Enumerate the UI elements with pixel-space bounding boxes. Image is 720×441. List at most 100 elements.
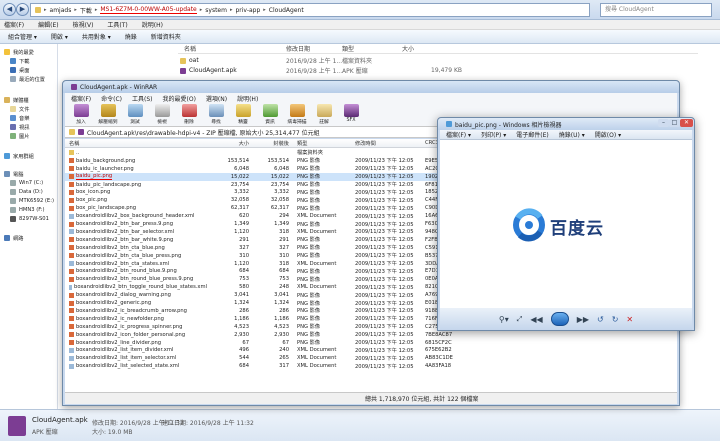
rar-menu-file[interactable]: 檔案(F) [71, 94, 91, 103]
info-button[interactable]: 資訊 [258, 103, 282, 126]
nav-pictures[interactable]: 圖片 [10, 132, 29, 140]
viewer-email-button[interactable]: 電子郵件(E) [516, 130, 548, 139]
minimize-button[interactable]: – [658, 119, 669, 127]
column-date[interactable]: 修改日期 [286, 44, 342, 53]
forward-button[interactable]: ▶ [16, 3, 29, 16]
archive-row[interactable]: boxandroidlibv2_list_selected_state.xml 6… [65, 362, 677, 370]
col-size[interactable]: 大小 [207, 140, 249, 147]
close-button[interactable]: ✕ [680, 119, 693, 127]
archive-row[interactable]: boxandroidlibv2_list_item_divider.xml 496… [65, 347, 677, 355]
nav-drive-c[interactable]: Win7 (C:) [10, 179, 43, 187]
archive-row[interactable]: boxandroidlibv2_line_divider.png 67 67 PNG … [65, 339, 677, 347]
rar-menu-commands[interactable]: 命令(C) [101, 94, 122, 103]
virus-scan-button[interactable]: 病毒掃描 [285, 103, 309, 126]
nav-drive-e[interactable]: MTK6592 (E:) [10, 197, 54, 205]
up-folder-icon[interactable] [69, 129, 75, 135]
previous-icon[interactable]: ◀◀ [530, 315, 542, 324]
back-button[interactable]: ◀ [3, 3, 16, 16]
sfx-button[interactable]: SFX [339, 103, 363, 126]
new-folder-button[interactable]: 新增資料夾 [151, 32, 181, 41]
viewer-print-menu[interactable]: 列印(P) ▾ [481, 130, 506, 139]
file-name: boxandroidlibv2_icon_folder_personal.png [76, 331, 186, 338]
nav-drive-f[interactable]: HMN3 (F:) [10, 206, 45, 214]
nav-videos[interactable]: 視訊 [10, 123, 29, 131]
rar-menu-favorites[interactable]: 我的最愛(O) [163, 94, 196, 103]
col-modified[interactable]: 修改時間 [351, 140, 421, 147]
comment-button[interactable]: 註解 [312, 103, 336, 126]
nav-desktop[interactable]: 桌面 [10, 66, 29, 74]
breadcrumb-item[interactable]: CloudAgent [269, 7, 304, 14]
test-button[interactable]: 測試 [123, 103, 147, 126]
file-row[interactable]: oat 2016/9/28 上午 1... 檔案資料夾 [180, 56, 462, 65]
folder-icon [180, 57, 186, 64]
zoom-icon[interactable]: ⚲▾ [499, 315, 509, 324]
nav-device[interactable]: 8297W-S01 [10, 215, 49, 223]
nav-music[interactable]: 音樂 [10, 114, 29, 122]
breadcrumb-item[interactable]: amjads [50, 7, 72, 14]
viewer-titlebar[interactable]: baidu_pic.png - Windows 相片檢視器 [438, 118, 694, 130]
cell-packed: 3,041 [274, 292, 289, 299]
next-icon[interactable]: ▶▶ [577, 315, 589, 324]
rar-menu-tools[interactable]: 工具(S) [132, 94, 153, 103]
nav-drive-d[interactable]: Data (D:) [10, 188, 43, 196]
organize-button[interactable]: 組合管理 ▾ [8, 32, 37, 41]
col-name[interactable]: 名稱 [65, 140, 207, 147]
winrar-titlebar[interactable]: CloudAgent.apk - WinRAR [63, 81, 679, 93]
breadcrumb-item[interactable]: 下載 [80, 6, 92, 15]
nav-favorites[interactable]: 我的最愛 [4, 48, 34, 56]
burn-button[interactable]: 燒錄 [125, 32, 137, 41]
menu-view[interactable]: 檢視(V) [73, 20, 94, 29]
breadcrumb-item[interactable]: system [205, 7, 227, 14]
breadcrumb-item[interactable]: MS1-6Z7M-0-00WW-A05-update [100, 6, 197, 14]
actual-size-icon[interactable]: ⤢ [517, 315, 523, 324]
menu-tools[interactable]: 工具(T) [107, 20, 127, 29]
address-bar[interactable]: ▸ amjads ▸ 下載 ▸ MS1-6Z7M-0-00WW-A05-upda… [30, 3, 590, 17]
archive-row[interactable]: boxandroidlibv2_list_item_selector.xml 54… [65, 354, 677, 362]
viewer-file-menu[interactable]: 檔案(F) ▾ [446, 130, 471, 139]
file-name: boxandroidlibv2_box_background_header.xm… [76, 213, 195, 220]
nav-label: 電腦 [13, 171, 24, 178]
find-button[interactable]: 尋找 [204, 103, 228, 126]
image-file-icon [69, 292, 74, 298]
menu-file[interactable]: 檔案(F) [4, 20, 24, 29]
rar-menu-options[interactable]: 選項(N) [206, 94, 227, 103]
open-button[interactable]: 開啟 ▾ [51, 32, 68, 41]
viewer-burn-menu[interactable]: 燒錄(U) ▾ [559, 130, 585, 139]
file-row[interactable]: CloudAgent.apk 2016/9/28 上午 1... APK 壓縮 … [180, 66, 462, 75]
nav-downloads[interactable]: 下載 [10, 57, 29, 65]
nav-network[interactable]: 網路 [4, 234, 23, 242]
rotate-left-icon[interactable]: ↺ [597, 315, 604, 324]
column-type[interactable]: 類型 [342, 44, 402, 53]
slideshow-button[interactable] [550, 312, 569, 326]
menu-help[interactable]: 說明(H) [142, 20, 163, 29]
xml-file-icon [69, 213, 74, 219]
col-packed[interactable]: 封裝後 [249, 140, 289, 147]
col-type[interactable]: 類型 [289, 140, 351, 147]
nav-documents[interactable]: 文件 [10, 105, 29, 113]
nav-libraries[interactable]: 媒體櫃 [4, 96, 29, 104]
wizard-button[interactable]: 精靈 [231, 103, 255, 126]
search-input[interactable]: 搜尋 CloudAgent [600, 3, 712, 17]
delete-icon[interactable]: ✕ [626, 315, 633, 324]
nav-computer[interactable]: 電腦 [4, 170, 23, 178]
breadcrumb-item[interactable]: priv-app [235, 7, 260, 14]
nav-recent[interactable]: 最近的位置 [10, 75, 45, 83]
share-button[interactable]: 共用對象 ▾ [82, 32, 111, 41]
extract-button[interactable]: 解壓縮到 [96, 103, 120, 126]
nav-homegroup[interactable]: 家用群組 [4, 152, 34, 160]
cell-type: XML Document [297, 355, 337, 362]
column-size[interactable]: 大小 [402, 44, 462, 53]
menu-edit[interactable]: 編輯(E) [38, 20, 58, 29]
delete-button[interactable]: 刪除 [177, 103, 201, 126]
viewer-open-menu[interactable]: 開啟(O) ▾ [595, 130, 621, 139]
maximize-button[interactable]: □ [669, 119, 680, 127]
cell-type: XML Document [297, 347, 337, 354]
cell-size: 753 [239, 276, 249, 283]
column-name[interactable]: 名稱 [178, 44, 286, 53]
file-name: boxandroidlibv2_btn_cta_blue_press.png [76, 252, 182, 259]
add-button[interactable]: 加入 [69, 103, 93, 126]
rotate-right-icon[interactable]: ↻ [612, 315, 619, 324]
rar-menu-help[interactable]: 說明(H) [237, 94, 258, 103]
archive-row[interactable]: boxandroidlibv2_icon_folder_personal.png… [65, 331, 677, 339]
view-button[interactable]: 檢視 [150, 103, 174, 126]
